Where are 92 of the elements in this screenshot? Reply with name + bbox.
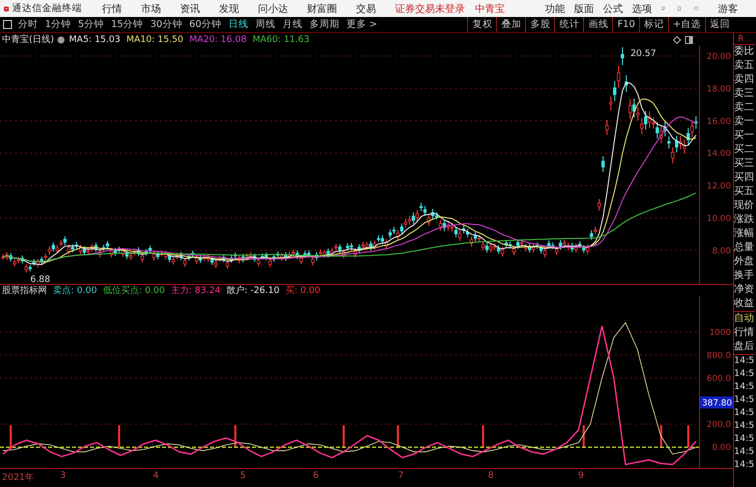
trade-time: 14:5 [734, 381, 755, 394]
trade-time: 14:5 [734, 368, 755, 381]
status-label[interactable]: 行情 [734, 326, 755, 340]
period-tab[interactable]: 1分钟 [45, 18, 72, 31]
date-axis-label: 9 [578, 471, 584, 481]
trade-time: 14:5 [734, 446, 755, 459]
indicator-axis-label: 600.0 [706, 374, 731, 384]
price-axis-label: 16.00 [706, 116, 731, 127]
date-axis-label: 2021年 [2, 472, 34, 484]
date-axis-label: 7 [398, 471, 404, 481]
trade-time: 14:5 [734, 394, 755, 407]
date-axis-label: 3 [60, 471, 66, 481]
menu-item[interactable]: 市场 [140, 2, 161, 16]
indicator-value: 卖点: 0.00 [53, 284, 97, 297]
quote-label: 委比 [734, 45, 755, 59]
indicator-name: 股票指标网 [2, 284, 47, 297]
current-value-tag: 387.80 [700, 396, 733, 408]
quote-label: 卖五 [734, 59, 755, 73]
indicator-value: 散户: -26.10 [226, 284, 280, 297]
price-axis-label: 8.00 [712, 246, 731, 256]
status-label[interactable]: 自动 [734, 312, 755, 326]
quote-label: 买一 [734, 129, 755, 143]
price-axis-label: 14.00 [706, 149, 731, 160]
period-tab[interactable]: 60分钟 [189, 18, 222, 31]
quote-label: 涨幅 [734, 227, 755, 241]
price-axis-label: 18.00 [706, 84, 731, 94]
menu-item[interactable]: 功能 [544, 2, 565, 16]
menu-item[interactable]: 行情 [102, 2, 122, 16]
date-axis-label: 6 [313, 471, 319, 481]
quote-label: 现价 [734, 199, 755, 213]
quote-label: 涨跌 [734, 213, 755, 227]
date-axis-label: 5 [240, 471, 246, 481]
date-axis-label: 8 [488, 471, 494, 481]
menu-item[interactable]: 选项 [632, 2, 652, 16]
quote-label: 买四 [734, 171, 755, 185]
quote-label: 换手 [734, 269, 755, 283]
high-price-label: 20.57 [630, 49, 656, 59]
period-tab[interactable]: 分时 [18, 18, 38, 31]
ma-legend: MA10: 15.50 [126, 34, 184, 44]
trade-time: 14:5 [734, 407, 755, 420]
period-tab[interactable]: 月线 [282, 18, 302, 31]
menu-item[interactable]: 公式 [602, 2, 623, 16]
period-tab[interactable]: 日线 [228, 18, 248, 31]
status-label[interactable]: 盘后 [734, 340, 755, 354]
period-tab[interactable]: 多周期 [309, 18, 340, 31]
indicator-axis-label: 800.0 [706, 350, 731, 361]
menu-item[interactable]: 问小达 [258, 2, 288, 16]
ma-legend: MA60: 11.63 [252, 34, 310, 44]
period-tab[interactable]: 5分钟 [78, 18, 104, 31]
quote-label: 卖二 [734, 101, 755, 115]
price-axis-label: 20.00 [706, 52, 731, 62]
menu-item[interactable]: 版面 [574, 2, 594, 16]
indicator-value: 买: 0.00 [285, 285, 320, 297]
user-name[interactable]: 游客 [718, 2, 738, 16]
menu-item[interactable]: 资讯 [180, 2, 200, 16]
stock-name: 中青宝 [474, 2, 505, 16]
low-price-label: 6.88 [30, 275, 50, 284]
corner-label: R [737, 33, 745, 44]
period-tab[interactable]: 更多 > [346, 18, 378, 31]
trade-time: 14:5 [734, 355, 755, 368]
period-tab[interactable]: 15分钟 [111, 18, 144, 31]
ma-legend: MA5: 15.03 [69, 34, 120, 44]
chart-title: 中青宝(日线) [2, 34, 54, 46]
quote-label: 外盘 [734, 255, 755, 269]
price-axis-label: 10.00 [706, 214, 731, 224]
indicator-value: 主力: 83.24 [170, 284, 221, 297]
price-axis-label: 12.00 [706, 182, 731, 192]
ma-legend: MA20: 16.08 [189, 34, 246, 44]
app-title: 通达信金融终端 [12, 2, 82, 15]
indicator-value: 低位买点: 0.00 [102, 284, 165, 297]
trade-time: 14:5 [734, 420, 755, 433]
quote-label: 买五 [734, 185, 755, 199]
quote-label: 收益 [734, 297, 755, 311]
quote-label: 卖三 [734, 87, 755, 101]
quote-label: 买二 [734, 143, 755, 157]
quote-label: 总量 [734, 241, 755, 255]
quote-label: 卖四 [734, 73, 755, 87]
trade-time: 14:5 [734, 433, 755, 446]
menu-item[interactable]: 发现 [218, 2, 239, 16]
quote-label: 净资 [734, 283, 755, 297]
menu-item[interactable]: 财富圈 [306, 2, 337, 16]
date-axis-label: 4 [153, 471, 159, 481]
quote-label: 卖一 [734, 115, 755, 129]
indicator-axis-label: 200.0 [706, 420, 731, 430]
quote-label: 买三 [734, 157, 755, 171]
trade-time: 14:5 [734, 459, 755, 472]
period-tab[interactable]: 周线 [255, 18, 276, 31]
period-tab[interactable]: 30分钟 [150, 18, 182, 31]
login-notice[interactable]: 证券交易未登录 [394, 2, 465, 16]
menu-item[interactable]: 交易 [356, 2, 376, 16]
indicator-axis-label: 1000 [709, 328, 731, 338]
indicator-axis-label: 0.00 [712, 443, 731, 454]
